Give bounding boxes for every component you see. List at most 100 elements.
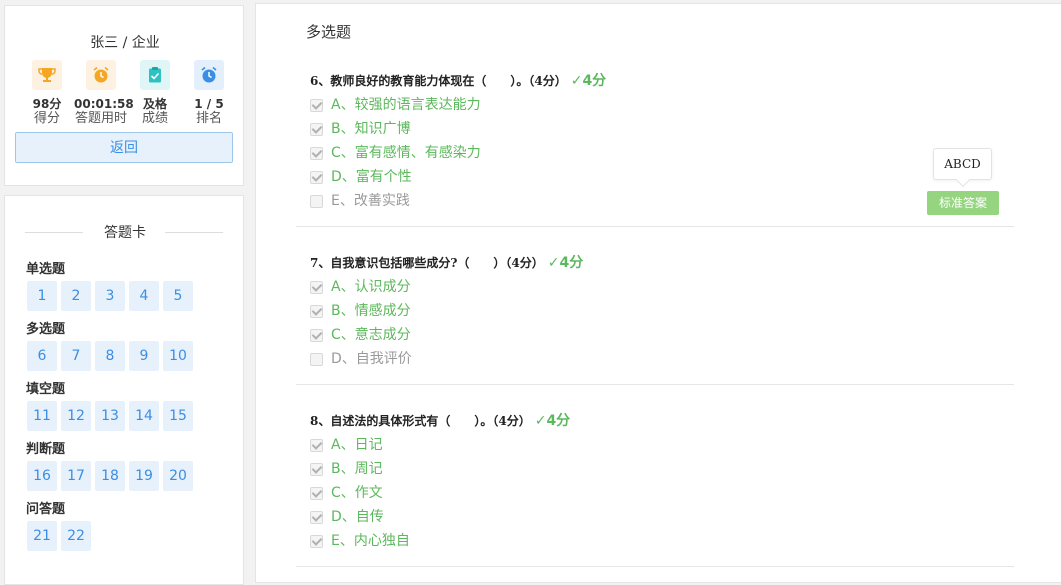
back-button[interactable]: 返回 [15,132,233,163]
question-number-button[interactable]: 2 [61,281,91,311]
question-text: 8、自述法的具体形式有（ ）。（4分） [310,414,531,428]
checkbox[interactable] [310,352,323,366]
option-label: A、日记 [331,437,383,453]
checkbox[interactable] [310,122,323,136]
divider [296,566,1014,567]
score-value: 4分 [546,413,571,429]
option-label: D、富有个性 [331,169,412,185]
option-label: C、富有感情、有感染力 [331,145,481,161]
option-label: A、较强的语言表达能力 [331,97,481,113]
stat-result-label: 成绩 [141,111,168,126]
checkbox[interactable] [310,462,323,476]
checkbox[interactable] [310,146,323,160]
question-number-button[interactable]: 10 [163,341,193,371]
option-label: B、周记 [331,461,383,477]
option-label: A、认识成分 [331,279,411,295]
question-number-button[interactable]: 17 [61,461,91,491]
score-badge: ✓4分 [534,413,571,429]
question-number-button[interactable]: 19 [129,461,159,491]
checkbox[interactable] [310,534,323,548]
question-number-button[interactable]: 21 [27,521,57,551]
question-text: 6、教师良好的教育能力体现在（ ）。（4分） [310,74,567,88]
stat-score-label: 得分 [33,111,60,126]
question-number-button[interactable]: 7 [61,341,91,371]
stat-score-value: 98分 [32,97,62,111]
question-text: 7、自我意识包括哪些成分?（ ）（4分） [310,256,544,270]
question-number-button[interactable]: 22 [61,521,91,551]
score-badge: ✓4分 [547,255,584,271]
option-d[interactable]: D、自传 [310,509,384,527]
question-number-button[interactable]: 20 [163,461,193,491]
checkbox[interactable] [310,194,323,208]
divider [165,232,223,233]
option-a[interactable]: A、日记 [310,437,383,455]
option-b[interactable]: B、周记 [310,461,383,479]
alarm-clock-icon [86,60,116,90]
option-a[interactable]: A、认识成分 [310,279,411,297]
section-title-fill: 填空题 [26,382,66,397]
section-title-essay: 问答题 [26,502,66,517]
option-c[interactable]: C、富有感情、有感染力 [310,145,481,163]
score-value: 4分 [582,73,607,89]
stat-rank-value: 1 / 5 [194,97,224,111]
question-number-button[interactable]: 13 [95,401,125,431]
alarm-clock-icon [194,60,224,90]
section-title-single: 单选题 [26,262,66,277]
question-number-button[interactable]: 9 [129,341,159,371]
option-e[interactable]: E、内心独自 [310,533,410,551]
stat-time-value: 00:01:58 [74,97,134,111]
option-e[interactable]: E、改善实践 [310,193,410,211]
divider [296,384,1014,385]
question-review-panel: 多选题 6、教师良好的教育能力体现在（ ）。（4分） ✓4分 A、较强的语言表达能… [255,3,1061,583]
question-number-button[interactable]: 4 [129,281,159,311]
option-c[interactable]: C、作文 [310,485,383,503]
score-badge: ✓4分 [570,73,607,89]
option-label: E、内心独自 [331,533,410,549]
checkbox[interactable] [310,304,323,318]
question-number-button[interactable]: 18 [95,461,125,491]
option-label: E、改善实践 [331,193,410,209]
option-label: C、意志成分 [331,327,411,343]
question-number-button[interactable]: 5 [163,281,193,311]
checkbox[interactable] [310,486,323,500]
answer-card-panel: 答题卡 单选题 1 2 3 4 5 多选题 6 7 8 9 10 填空题 11 … [4,195,244,585]
option-d[interactable]: D、富有个性 [310,169,412,187]
option-d[interactable]: D、自我评价 [310,351,412,369]
section-title: 多选题 [306,23,352,41]
clipboard-check-icon [140,60,170,90]
section-title-judge: 判断题 [26,442,66,457]
question-number-button[interactable]: 1 [27,281,57,311]
checkbox[interactable] [310,170,323,184]
question-number-button[interactable]: 11 [27,401,57,431]
divider [296,226,1014,227]
stat-result-value: 及格 [142,97,167,111]
score-value: 4分 [559,255,584,271]
question-number-button[interactable]: 3 [95,281,125,311]
question-number-button[interactable]: 16 [27,461,57,491]
checkbox[interactable] [310,438,323,452]
option-b[interactable]: B、情感成分 [310,303,411,321]
standard-answer-button[interactable]: 标准答案 [927,191,999,215]
standard-answer-popup: ABCD [933,148,992,180]
checkbox[interactable] [310,280,323,294]
checkbox[interactable] [310,98,323,112]
stat-result: 及格 成绩 [128,60,182,127]
option-label: D、自传 [331,509,384,525]
checkbox[interactable] [310,328,323,342]
question-number-button[interactable]: 12 [61,401,91,431]
option-c[interactable]: C、意志成分 [310,327,411,345]
question-number-button[interactable]: 14 [129,401,159,431]
stat-time-label: 答题用时 [74,111,127,126]
option-label: B、知识广博 [331,121,411,137]
option-b[interactable]: B、知识广博 [310,121,411,139]
stat-rank: 1 / 5 排名 [182,60,236,127]
checkbox[interactable] [310,510,323,524]
option-a[interactable]: A、较强的语言表达能力 [310,97,481,115]
question-title: 7、自我意识包括哪些成分?（ ）（4分） ✓4分 [310,252,583,272]
question-number-button[interactable]: 8 [95,341,125,371]
question-title: 6、教师良好的教育能力体现在（ ）。（4分） ✓4分 [310,70,606,90]
user-info-panel: 张三 / 企业 98分 得分 00:01:58 答题用时 及格 成绩 1 / 5… [4,5,244,186]
option-label: D、自我评价 [331,351,412,367]
question-number-button[interactable]: 15 [163,401,193,431]
question-number-button[interactable]: 6 [27,341,57,371]
